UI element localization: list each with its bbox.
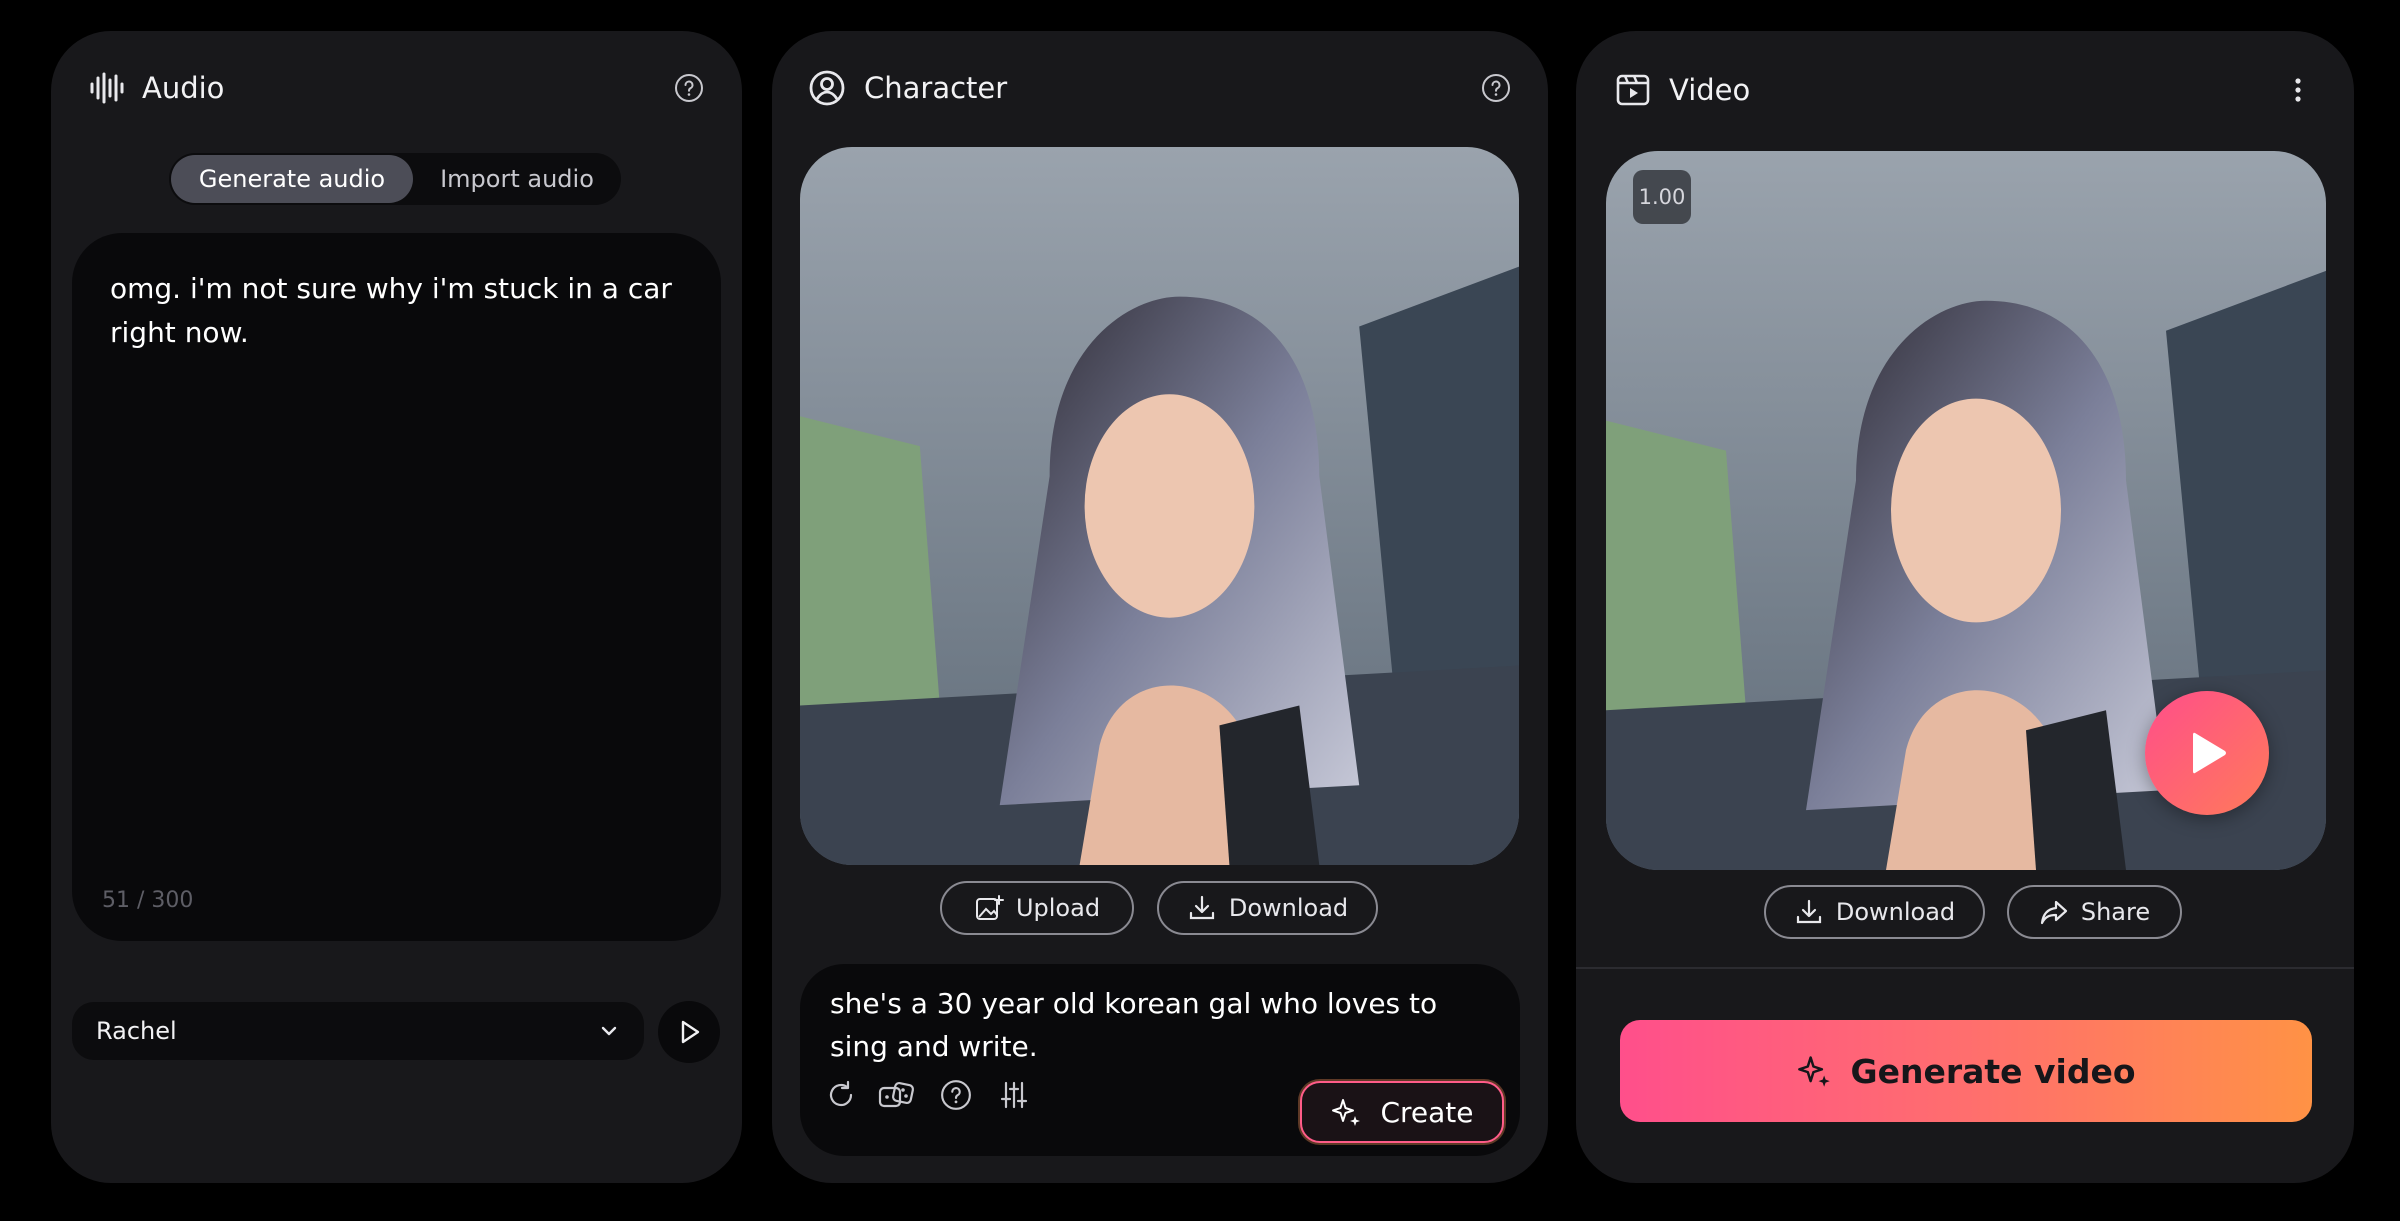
speed-badge[interactable]: 1.00 [1633, 170, 1691, 224]
audio-text-input[interactable]: omg. i'm not sure why i'm stuck in a car… [72, 233, 721, 941]
video-download-button[interactable]: Download [1764, 885, 1985, 939]
create-button[interactable]: Create [1300, 1081, 1504, 1143]
character-help-button[interactable] [1479, 71, 1513, 105]
character-title: Character [864, 71, 1008, 105]
generate-video-label: Generate video [1850, 1051, 2136, 1091]
prompt-help-button[interactable] [936, 1075, 976, 1115]
char-counter: 51 / 300 [102, 888, 194, 913]
voice-select-value: Rachel [96, 1017, 177, 1045]
preview-voice-button[interactable] [658, 1001, 720, 1063]
create-label: Create [1380, 1095, 1474, 1129]
character-header: Character [808, 69, 1007, 107]
play-video-button[interactable] [2145, 691, 2269, 815]
audio-header: Audio [88, 70, 224, 106]
share-icon [2040, 900, 2067, 925]
play-icon [2193, 732, 2226, 774]
help-icon [1482, 74, 1510, 102]
film-icon [1616, 74, 1650, 106]
audio-text-content: omg. i'm not sure why i'm stuck in a car… [110, 272, 672, 349]
sparkles-icon [1332, 1099, 1361, 1126]
character-download-button[interactable]: Download [1157, 881, 1378, 935]
more-vertical-icon [2295, 78, 2301, 102]
audio-help-button[interactable] [672, 71, 706, 105]
user-circle-icon [809, 70, 845, 106]
waveform-icon [90, 72, 124, 104]
character-download-label: Download [1228, 894, 1349, 922]
upload-label: Upload [1015, 894, 1101, 922]
download-icon [1189, 895, 1214, 920]
audio-title: Audio [142, 71, 225, 105]
chevron-down-icon [601, 1026, 617, 1036]
share-button[interactable]: Share [2007, 885, 2182, 939]
generate-video-button[interactable]: Generate video [1620, 1020, 2312, 1122]
sliders-icon [1000, 1081, 1028, 1109]
video-divider [1576, 967, 2354, 969]
settings-button[interactable] [994, 1075, 1034, 1115]
video-download-label: Download [1835, 898, 1956, 926]
help-icon [941, 1080, 971, 1110]
share-label: Share [2080, 898, 2151, 926]
download-icon [1796, 899, 1821, 924]
dice-icon [878, 1081, 915, 1108]
character-image [800, 147, 1519, 865]
tab-import-audio[interactable]: Import audio [413, 153, 621, 205]
regenerate-button[interactable] [821, 1075, 861, 1115]
play-icon [681, 1020, 700, 1044]
voice-select[interactable]: Rachel [72, 1002, 644, 1060]
video-header: Video [1615, 72, 1750, 108]
video-menu-button[interactable] [2286, 72, 2310, 108]
help-icon [675, 74, 703, 102]
randomize-button[interactable] [876, 1075, 916, 1115]
refresh-icon [829, 1080, 853, 1107]
image-upload-icon [975, 895, 1004, 920]
character-photo [800, 147, 1519, 865]
character-prompt-text: she's a 30 year old korean gal who loves… [830, 987, 1438, 1063]
sparkles-icon [1798, 1056, 1831, 1087]
video-title: Video [1669, 73, 1751, 107]
tab-generate-audio[interactable]: Generate audio [171, 155, 413, 203]
audio-mode-toggle: Generate audio Import audio [169, 153, 621, 205]
upload-button[interactable]: Upload [940, 881, 1134, 935]
